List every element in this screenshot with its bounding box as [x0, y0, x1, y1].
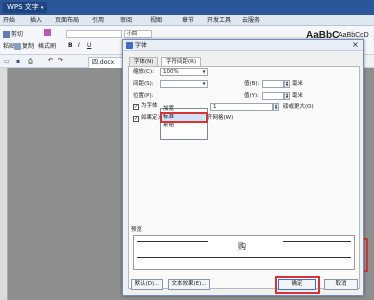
spacing-amount-label: 值(B):: [244, 81, 260, 87]
preview-rule: [137, 257, 351, 258]
font-name-select[interactable]: [66, 30, 122, 38]
redo-icon[interactable]: ↷: [58, 57, 63, 64]
tab-chapter[interactable]: 章节: [182, 15, 194, 26]
tab-home[interactable]: 开始: [3, 15, 15, 26]
scale-select[interactable]: 100% ▼: [160, 68, 208, 76]
chevron-down-icon: ▼: [202, 69, 206, 74]
tab-character-spacing[interactable]: 字符间距(R): [161, 57, 202, 66]
font-size-select[interactable]: 小四: [124, 30, 152, 38]
close-icon[interactable]: ×: [352, 40, 359, 50]
option-condensed[interactable]: 紧缩: [163, 122, 174, 129]
underline-button[interactable]: U: [87, 42, 91, 49]
spacing-select[interactable]: ▼: [160, 80, 208, 88]
tab-insert[interactable]: 插入: [30, 15, 42, 26]
spacing-amount-spinner[interactable]: ▲ ▼: [284, 80, 290, 88]
kerning-size-input[interactable]: 1: [210, 103, 273, 111]
format-painter-button[interactable]: 格式刷: [38, 41, 56, 50]
preview-label: 预览: [131, 227, 143, 233]
app-name: WPS 文字: [7, 3, 39, 11]
app-icon: [126, 42, 133, 49]
position-amount-label: 值(Y):: [244, 93, 260, 99]
document-tab[interactable]: 四.docx: [88, 57, 124, 68]
undo-icon[interactable]: ↶: [48, 57, 53, 64]
default-button[interactable]: 默认(D)...: [131, 279, 163, 290]
kerning-label: 为字体: [141, 103, 158, 109]
position-amount-input[interactable]: [262, 92, 284, 100]
app-menu-button[interactable]: WPS 文字 ▾: [3, 2, 48, 13]
preview-text: 购: [238, 242, 246, 251]
print-icon[interactable]: ⎙: [28, 58, 33, 66]
kerning-suffix: 磅或更大(O): [283, 104, 314, 110]
spacing-amount-input[interactable]: [262, 80, 284, 88]
tab-font[interactable]: 字体(N): [129, 57, 159, 66]
tab-view[interactable]: 视图: [150, 15, 162, 26]
scale-label: 缩放(C):: [133, 69, 154, 75]
position-unit: 毫米: [292, 93, 304, 99]
tab-references[interactable]: 引用: [92, 15, 104, 26]
open-icon[interactable]: ▭: [4, 58, 10, 65]
dialog-title: 字体: [135, 42, 148, 49]
tab-cloud[interactable]: 云服务: [242, 15, 260, 26]
spacing-unit: 毫米: [292, 81, 304, 87]
tab-page-layout[interactable]: 页面布局: [55, 15, 79, 26]
text-effect-button[interactable]: 文本效果(E)...: [168, 279, 210, 290]
position-label: 位置(P):: [133, 93, 154, 99]
scissors-icon: [3, 31, 10, 38]
brush-icon[interactable]: [44, 29, 52, 36]
highlight-marker: [275, 276, 320, 294]
italic-button[interactable]: I: [78, 42, 80, 49]
cut-button[interactable]: 剪切: [3, 29, 23, 38]
bold-button[interactable]: B: [68, 42, 73, 49]
chevron-down-icon: ▼: [202, 81, 206, 86]
preview-rule: [283, 241, 351, 242]
save-icon[interactable]: ▪: [16, 58, 20, 65]
highlight-marker: [160, 112, 208, 123]
tab-review[interactable]: 审阅: [120, 15, 132, 26]
kerning-checkbox[interactable]: ✓: [133, 104, 139, 110]
tab-developer[interactable]: 开发工具: [207, 15, 231, 26]
position-amount-spinner[interactable]: ▲ ▼: [284, 92, 290, 100]
ribbon-tab-bar: 开始 插入 页面布局 引用 审阅 视图 章节 开发工具 云服务: [0, 15, 374, 26]
preview-rule: [137, 241, 208, 242]
grid-checkbox[interactable]: ✓: [133, 116, 139, 122]
cancel-button[interactable]: 取消: [324, 279, 358, 290]
copy-button[interactable]: 复制: [14, 41, 34, 50]
copy-icon: [14, 43, 21, 50]
chevron-down-icon: ▾: [40, 5, 44, 11]
vertical-ruler: [0, 68, 8, 300]
kerning-size-spinner[interactable]: ▲ ▼: [273, 103, 279, 111]
spacing-label: 间距(S):: [133, 81, 154, 87]
title-bar: WPS 文字 ▾: [0, 0, 374, 15]
dialog-title-bar: 字体 ×: [123, 40, 363, 51]
